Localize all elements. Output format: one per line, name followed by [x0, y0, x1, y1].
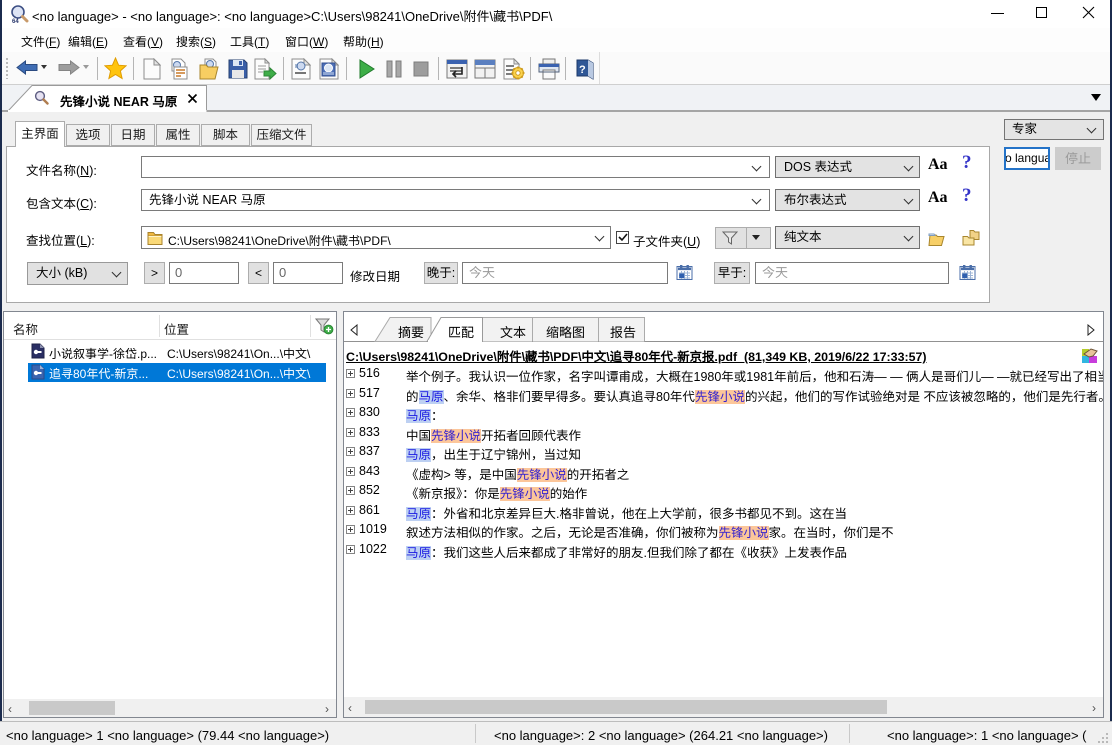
svg-text:64: 64: [12, 19, 19, 24]
svg-text:?: ?: [579, 64, 586, 76]
